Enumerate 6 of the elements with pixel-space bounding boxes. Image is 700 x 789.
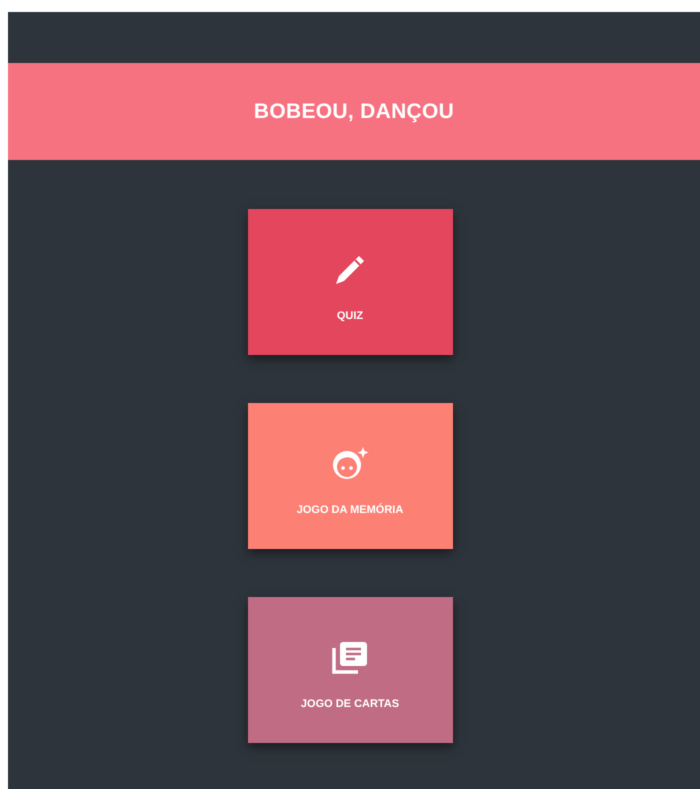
face-icon — [330, 446, 370, 482]
menu-tile[interactable]: JOGO DE CARTAS — [248, 597, 452, 743]
menu-tile[interactable]: QUIZ — [248, 209, 452, 355]
app-title: BOBEOU, DANÇOU — [254, 100, 454, 124]
menu-tile[interactable]: JOGO DA MEMÓRIA — [248, 403, 452, 549]
cards-icon — [331, 640, 369, 676]
